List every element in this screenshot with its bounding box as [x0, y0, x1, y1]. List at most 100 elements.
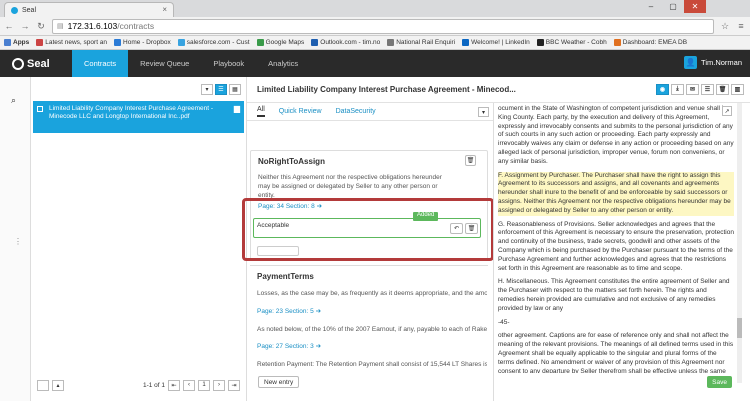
nav-review-queue[interactable]: Review Queue	[128, 50, 201, 77]
save-button[interactable]: Save	[707, 376, 732, 388]
doc-paragraph: ocument in the State of Washington of co…	[498, 105, 734, 165]
list-toolbar: ▾ ☰ ▦	[31, 77, 246, 101]
delete-icon[interactable]: 🗑	[716, 84, 729, 95]
sort-up-icon[interactable]: ▴	[52, 379, 64, 391]
forward-icon[interactable]: →	[20, 21, 30, 31]
left-sidebar: ⌕ ⋮	[0, 77, 31, 401]
close-tab-icon[interactable]: ×	[162, 5, 167, 14]
browser-tabstrip: Seal × – ▢ ✕	[0, 0, 750, 17]
list-item[interactable]: Limited Liability Company Interest Purch…	[33, 101, 244, 133]
seal-logo-icon	[12, 57, 24, 70]
doc-paragraph: other agreement. Captions are for ease o…	[498, 332, 734, 373]
pager-text: 1-1 of 1	[142, 381, 165, 389]
app-navbar: Seal Contracts Review Queue Playbook Ana…	[0, 50, 750, 77]
clause-text: Neither this Agreement nor the respectiv…	[258, 174, 442, 199]
address-bar: ← → ↻ ▤ 172.31.6.103/contracts ☆ ≡	[0, 17, 750, 36]
tab-all[interactable]: All	[257, 106, 265, 117]
close-window-icon[interactable]: ✕	[684, 0, 706, 13]
maximize-icon[interactable]: ▢	[662, 0, 684, 13]
star-icon[interactable]: ☆	[720, 21, 730, 32]
document-scrollbar[interactable]	[737, 103, 742, 383]
list-view-icon[interactable]: ☰	[215, 83, 227, 95]
next-page-icon[interactable]: ›	[213, 379, 225, 391]
seal-logo[interactable]: Seal	[0, 50, 72, 77]
tabs-dropdown-icon[interactable]: ▾	[478, 107, 489, 117]
comment-icon[interactable]: ✉	[686, 84, 699, 95]
bookmark-item[interactable]: National Rail Enquiri	[387, 39, 455, 46]
clause-text: Retention Payment: The Retention Payment…	[257, 361, 487, 368]
last-page-icon[interactable]: ⇥	[228, 379, 240, 391]
bookmark-item[interactable]: salesforce.com - Cust	[177, 39, 250, 46]
nav-analytics[interactable]: Analytics	[256, 50, 310, 77]
tab-quick-review[interactable]: Quick Review	[279, 108, 322, 115]
card-title: PaymentTerms	[257, 272, 314, 281]
doc-paragraph: H. Miscellaneous. This Agreement constit…	[498, 278, 730, 312]
bookmark-item[interactable]: Google Maps	[256, 39, 304, 46]
nav-playbook[interactable]: Playbook	[201, 50, 256, 77]
window-controls: – ▢ ✕	[640, 0, 706, 13]
minimize-icon[interactable]: –	[640, 0, 662, 13]
expand-icon[interactable]: ↗	[722, 106, 732, 116]
seal-favicon-icon	[11, 6, 18, 14]
dropdown-icon[interactable]: ▾	[201, 83, 213, 95]
list-item-title: Limited Liability Company Interest Purch…	[49, 105, 214, 120]
pane-divider[interactable]	[493, 103, 494, 401]
clause-ref-link[interactable]: Page: 27 Section: 3 ➔	[257, 342, 321, 350]
card-paymentterms: PaymentTerms Losses, as the case may be,…	[250, 265, 488, 370]
user-avatar-icon: 👤	[684, 56, 698, 69]
highlight-annotation	[242, 198, 494, 261]
back-icon[interactable]: ←	[4, 21, 14, 31]
arrow-right-icon: ➔	[315, 308, 322, 315]
menu-icon[interactable]: ≡	[736, 21, 746, 31]
columns-icon[interactable]: ▥	[731, 84, 744, 95]
clause-text: As noted below, of the 10% of the 2007 E…	[257, 326, 487, 333]
download-icon[interactable]: ⤓	[671, 84, 684, 95]
doc-paragraph: G. Reasonableness of Provisions. Seller …	[498, 220, 734, 272]
url-input[interactable]: ▤ 172.31.6.103/contracts	[52, 18, 714, 34]
search-icon[interactable]: ⌕	[11, 95, 16, 106]
document-icon: ▆	[233, 104, 240, 113]
new-entry-button[interactable]: New entry	[258, 376, 300, 388]
clause-ref-link[interactable]: Page: 23 Section: 5 ➔	[257, 307, 321, 315]
item-checkbox[interactable]	[37, 106, 43, 112]
clause-tabs: All Quick Review DataSecurity ▾	[247, 103, 493, 121]
browser-tab[interactable]: Seal ×	[4, 2, 174, 17]
url-path: /contracts	[117, 21, 155, 31]
card-title: NoRightToAssign	[258, 157, 325, 166]
doc-paragraph-highlighted: F. Assignment by Purchaser. The Purchase…	[498, 171, 734, 216]
scrollbar-thumb[interactable]	[737, 318, 742, 338]
url-host: 172.31.6.103	[67, 21, 118, 31]
page-number-text: -45-	[498, 318, 510, 326]
eye-icon[interactable]: ◉	[656, 84, 669, 95]
bookmarks-bar: Apps Latest news, sport an Home - Dropbo…	[0, 36, 750, 50]
reload-icon[interactable]: ↻	[36, 21, 46, 32]
bookmark-item[interactable]: BBC Weather - Cobh	[536, 39, 607, 46]
page-icon: ▤	[57, 23, 64, 30]
delete-clause-icon[interactable]: 🗑	[465, 155, 476, 166]
first-page-icon[interactable]: ⇤	[168, 379, 180, 391]
tab-datasecurity[interactable]: DataSecurity	[336, 108, 376, 115]
bookmark-apps[interactable]: Apps	[4, 39, 29, 46]
collapse-handle-icon[interactable]: ⋮	[14, 237, 22, 246]
nav-contracts[interactable]: Contracts	[72, 50, 129, 77]
document-header: Limited Liability Company Interest Purch…	[247, 77, 750, 103]
clause-text: Losses, as the case may be, as frequentl…	[257, 290, 487, 297]
document-text: ocument in the State of Washington of co…	[498, 105, 734, 373]
bookmark-item[interactable]: Outlook.com - tim.no	[311, 39, 380, 46]
select-all-checkbox[interactable]	[37, 379, 49, 391]
bookmark-item[interactable]: Dashboard: EMEA DB	[613, 39, 687, 46]
bookmark-item[interactable]: Latest news, sport an	[36, 39, 107, 46]
arrow-right-icon: ➔	[315, 343, 322, 350]
bookmark-item[interactable]: Welcome! | LinkedIn	[462, 39, 530, 46]
tab-title: Seal	[22, 6, 37, 14]
document-toolbar: ◉ ⤓ ✉ ☰ 🗑 ▥	[656, 84, 744, 95]
grid-view-icon[interactable]: ▦	[229, 83, 241, 95]
contract-list-panel: ▾ ☰ ▦ Limited Liability Company Interest…	[31, 77, 247, 401]
document-title: Limited Liability Company Interest Purch…	[257, 85, 516, 94]
list-icon[interactable]: ☰	[701, 84, 714, 95]
user-menu[interactable]: 👤 Tim.Norman	[684, 56, 742, 69]
prev-page-icon[interactable]: ‹	[183, 379, 195, 391]
bookmark-item[interactable]: Home - Dropbox	[114, 39, 171, 46]
list-footer: ▴ 1-1 of 1 ⇤ ‹ 1 › ⇥	[37, 379, 240, 391]
page-number[interactable]: 1	[198, 379, 210, 391]
